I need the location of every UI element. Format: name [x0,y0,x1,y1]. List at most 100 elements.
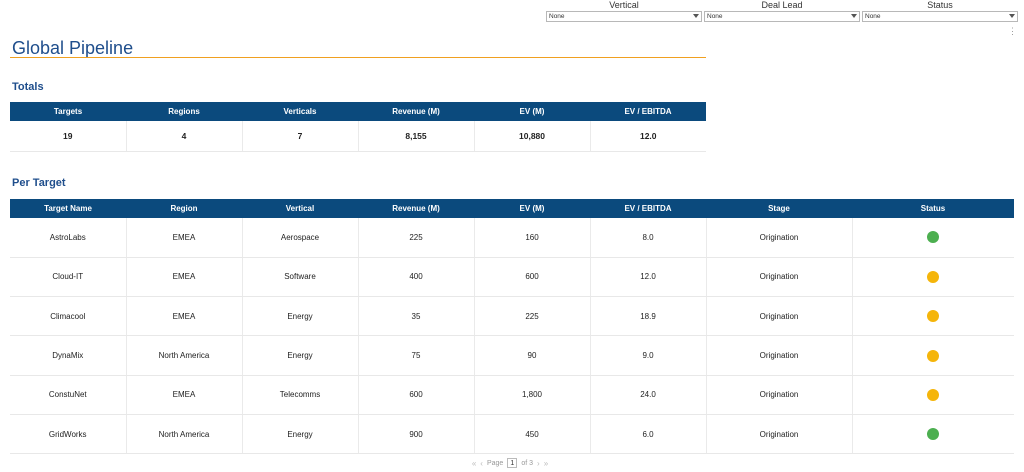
col-header: Targets [10,102,126,121]
target-status [852,257,1014,298]
status-dot-icon [927,388,940,401]
target-ev: 1,800 [474,375,591,415]
target-revenue: 35 [358,296,475,337]
totals-header-row: Targets Regions Verticals Revenue (M) EV… [10,102,706,121]
status-dot-icon [927,428,940,441]
next-page-icon[interactable]: › [537,459,540,468]
filter-vertical-select[interactable]: None [546,11,702,22]
target-ev-ebitda: 8.0 [590,218,707,258]
target-vertical: Energy [242,414,359,455]
col-header[interactable]: Target Name [10,199,126,218]
filter-vertical-label: Vertical [609,0,639,10]
status-dot-icon [927,310,940,323]
target-ev: 225 [474,296,591,337]
target-vertical: Software [242,257,359,298]
target-ev-ebitda: 9.0 [590,335,707,376]
totals-table: Targets Regions Verticals Revenue (M) EV… [10,102,706,152]
table-row[interactable]: Cloud-IT EMEA Software 400 600 12.0 Originatio… [10,257,1014,298]
status-dot-icon [927,231,940,244]
chevron-down-icon [1009,14,1015,18]
filter-bar: Vertical None Deal Lead None Status None [546,0,1018,22]
col-header[interactable]: Status [852,199,1014,218]
chevron-down-icon [851,14,857,18]
target-revenue: 600 [358,375,475,415]
target-name: GridWorks [10,414,127,455]
col-header[interactable]: Revenue (M) [358,199,474,218]
target-ev-ebitda: 18.9 [590,296,707,337]
total-ev-ebitda: 12.0 [590,121,706,152]
total-ev: 10,880 [474,121,591,152]
target-name: Climacool [10,296,127,337]
target-name: Cloud-IT [10,257,127,298]
filter-status-label: Status [927,0,953,10]
total-targets: 19 [10,121,127,152]
table-row[interactable]: ConstuNet EMEA Telecomms 600 1,800 24.0 Origin… [10,375,1014,415]
table-row[interactable]: AstroLabs EMEA Aerospace 225 160 8.0 Originati… [10,218,1014,258]
target-stage: Origination [706,296,853,337]
target-revenue: 225 [358,218,475,258]
col-header: Revenue (M) [358,102,474,121]
col-header[interactable]: Stage [706,199,852,218]
col-header: Regions [126,102,242,121]
status-dot-icon [927,349,940,362]
filter-deal-lead-select[interactable]: None [704,11,860,22]
filter-vertical-value: None [549,13,565,20]
per-target-table: Target Name Region Vertical Revenue (M) … [10,199,1014,455]
target-status [852,375,1014,415]
target-region: EMEA [126,375,243,415]
total-regions: 4 [126,121,243,152]
status-dot-icon [927,270,940,283]
target-revenue: 400 [358,257,475,298]
target-stage: Origination [706,414,853,455]
target-status [852,218,1014,258]
target-status [852,335,1014,376]
col-header[interactable]: Vertical [242,199,358,218]
target-vertical: Energy [242,296,359,337]
target-region: North America [126,414,243,455]
target-stage: Origination [706,335,853,376]
title-underline [10,57,706,58]
page-label: Page [486,459,504,467]
col-header[interactable]: EV (M) [474,199,590,218]
target-status [852,296,1014,337]
per-target-heading: Per Target [12,177,66,189]
per-target-header-row: Target Name Region Vertical Revenue (M) … [10,199,1014,218]
chevron-down-icon [693,14,699,18]
col-header: Verticals [242,102,358,121]
col-header: EV (M) [474,102,590,121]
col-header: EV / EBITDA [590,102,706,121]
page-title: Global Pipeline [12,38,134,58]
col-header[interactable]: Region [126,199,242,218]
target-ev: 90 [474,335,591,376]
target-revenue: 900 [358,414,475,455]
first-page-icon[interactable]: « [472,459,476,468]
filter-deal-lead-value: None [707,13,723,20]
filter-vertical: Vertical None [546,0,702,22]
target-name: AstroLabs [10,218,127,258]
target-stage: Origination [706,375,853,415]
table-row[interactable]: Climacool EMEA Energy 35 225 18.9 Origination [10,296,1014,337]
target-ev-ebitda: 6.0 [590,414,707,455]
target-ev: 160 [474,218,591,258]
total-verticals: 7 [242,121,359,152]
target-status [852,414,1014,455]
filter-status: Status None [862,0,1018,22]
target-stage: Origination [706,218,853,258]
table-row[interactable]: DynaMix North America Energy 75 90 9.0 Origina… [10,335,1014,376]
table-row[interactable]: GridWorks North America Energy 900 450 6.0 Ori… [10,414,1014,455]
target-ev-ebitda: 12.0 [590,257,707,298]
page-input[interactable]: 1 [507,458,518,468]
total-revenue: 8,155 [358,121,475,152]
page-count: of 3 [521,459,534,467]
filter-deal-lead-label: Deal Lead [761,0,803,10]
col-header[interactable]: EV / EBITDA [590,199,706,218]
prev-page-icon[interactable]: ‹ [480,459,483,468]
target-vertical: Aerospace [242,218,359,258]
target-name: DynaMix [10,335,127,376]
target-region: EMEA [126,296,243,337]
filter-deal-lead: Deal Lead None [704,0,860,22]
last-page-icon[interactable]: » [544,459,548,468]
more-options-icon[interactable]: ⋮ [1008,27,1017,36]
pagination: « ‹ Page 1 of 3 › » [260,456,760,470]
filter-status-select[interactable]: None [862,11,1018,22]
